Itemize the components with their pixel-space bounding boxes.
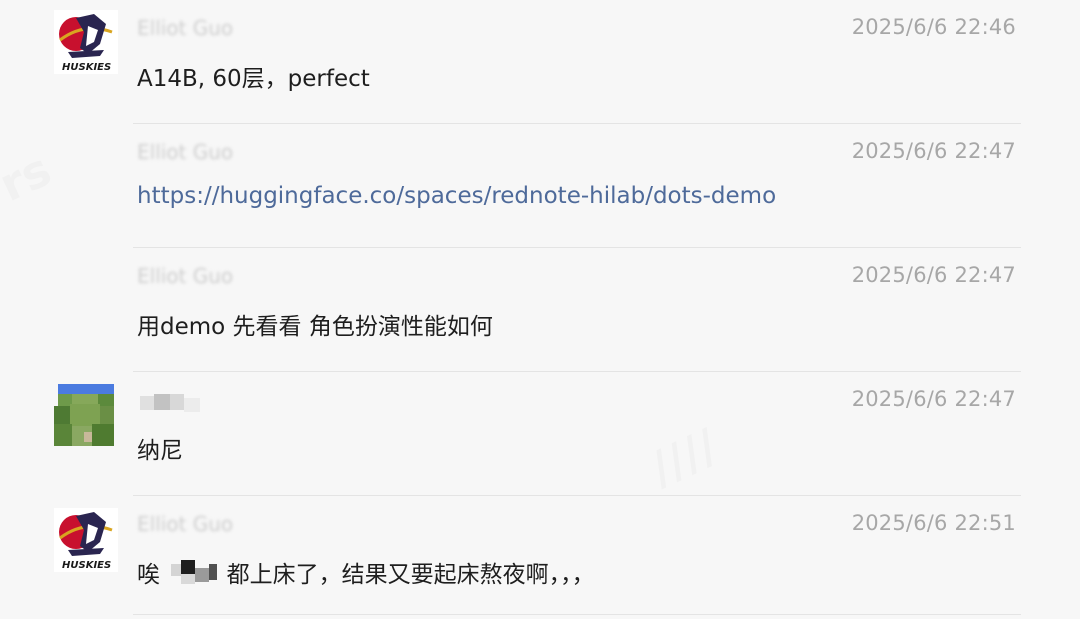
avatar[interactable]: HUSKIES [54, 10, 118, 74]
message-timestamp: 2025/6/6 22:47 [851, 387, 1016, 411]
sender-name: Elliot Guo [137, 16, 234, 40]
huskies-logo-icon: HUSKIES [54, 10, 118, 74]
message-text[interactable]: A14B, 60层，perfect [137, 59, 370, 93]
message-text-after: 都上床了，结果又要起床熬夜啊，，， [226, 562, 595, 588]
avatar[interactable]: HUSKIES [54, 508, 118, 572]
message-timestamp: 2025/6/6 22:47 [851, 139, 1016, 163]
message-item[interactable]: Elliot Guo 2025/6/6 22:47 https://huggin… [0, 124, 1080, 248]
svg-text:HUSKIES: HUSKIES [62, 560, 111, 571]
sender-name: Elliot Guo [137, 264, 234, 288]
avatar[interactable] [54, 384, 118, 448]
message-item[interactable]: 2025/6/6 22:47 纳尼 [0, 372, 1080, 496]
message-text-before: 唉 [137, 562, 160, 588]
message-item[interactable]: HUSKIES Elliot Guo 2025/6/6 22:51 唉 都上床了… [0, 496, 1080, 619]
chat-history: rs //// HUSKIES Elliot Guo 2025/6/6 22:4… [0, 0, 1080, 619]
message-item[interactable]: Elliot Guo 2025/6/6 22:47 用demo 先看看 角色扮演… [0, 248, 1080, 372]
sender-name: Elliot Guo [137, 512, 234, 536]
message-link[interactable]: https://huggingface.co/spaces/rednote-hi… [137, 183, 776, 209]
message-text[interactable]: 用demo 先看看 角色扮演性能如何 [137, 307, 493, 341]
message-text[interactable]: 唉 都上床了，结果又要起床熬夜啊，，， [137, 555, 595, 589]
huskies-logo-icon: HUSKIES [54, 508, 118, 572]
minecraft-grass-avatar-icon [54, 384, 118, 448]
message-timestamp: 2025/6/6 22:46 [851, 15, 1016, 39]
sender-name: Elliot Guo [137, 140, 234, 164]
redacted-name [167, 560, 219, 586]
svg-text:HUSKIES: HUSKIES [62, 62, 111, 73]
message-timestamp: 2025/6/6 22:51 [851, 511, 1016, 535]
message-item[interactable]: HUSKIES Elliot Guo 2025/6/6 22:46 A14B, … [0, 0, 1080, 124]
message-timestamp: 2025/6/6 22:47 [851, 263, 1016, 287]
divider [133, 614, 1021, 615]
redacted-sender-name [130, 388, 230, 416]
message-text[interactable]: 纳尼 [137, 431, 183, 465]
